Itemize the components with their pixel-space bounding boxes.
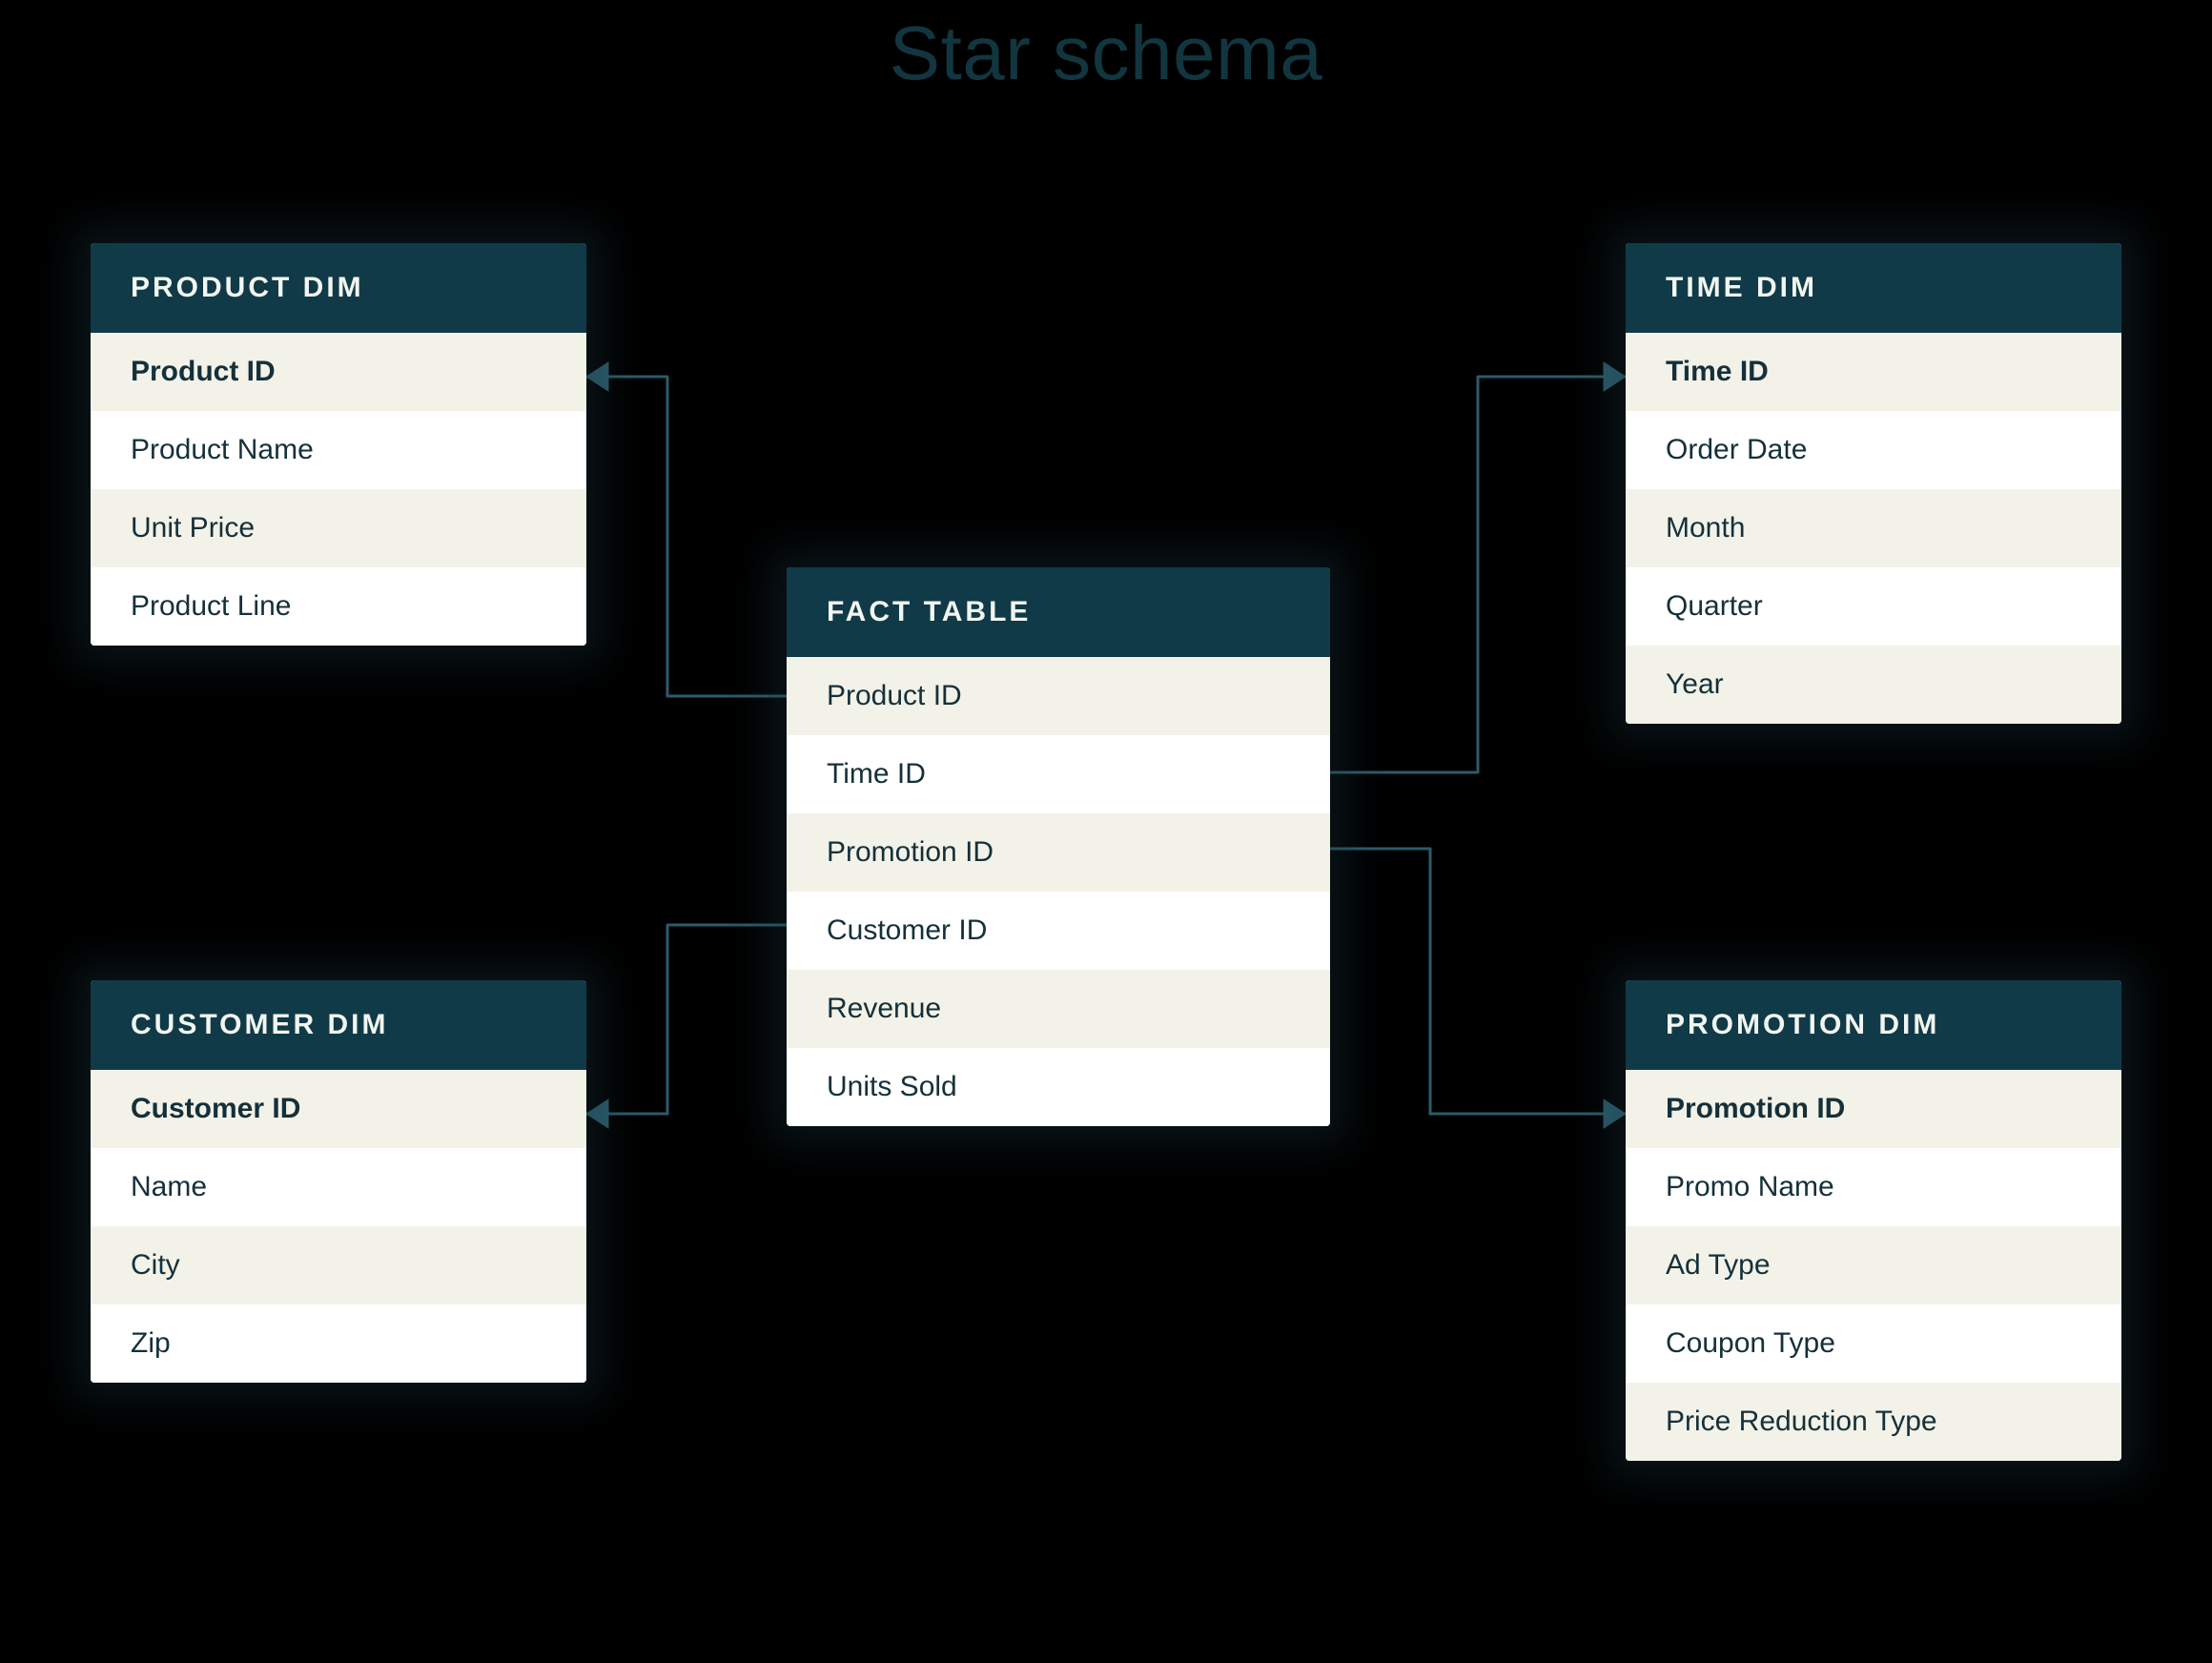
field-coupon-type: Coupon Type [1626, 1304, 2121, 1383]
field-order-date: Order Date [1626, 411, 2121, 489]
field-time-id: Time ID [787, 735, 1330, 813]
field-year: Year [1626, 646, 2121, 724]
field-product-id: Product ID [91, 333, 586, 411]
diagram-canvas: Star schema PRODUCT DIM Product ID Produ… [0, 0, 2212, 1663]
table-product-dim: PRODUCT DIM Product ID Product Name Unit… [91, 243, 586, 646]
field-time-id: Time ID [1626, 333, 2121, 411]
table-header: FACT TABLE [787, 567, 1330, 657]
field-product-name: Product Name [91, 411, 586, 489]
field-promotion-id: Promotion ID [787, 813, 1330, 892]
table-fact: FACT TABLE Product ID Time ID Promotion … [787, 567, 1330, 1126]
field-revenue: Revenue [787, 970, 1330, 1048]
field-units-sold: Units Sold [787, 1048, 1330, 1126]
field-product-line: Product Line [91, 567, 586, 646]
field-customer-id: Customer ID [787, 892, 1330, 970]
table-time-dim: TIME DIM Time ID Order Date Month Quarte… [1626, 243, 2121, 724]
table-header: PROMOTION DIM [1626, 980, 2121, 1070]
diagram-title: Star schema [0, 10, 2212, 97]
field-quarter: Quarter [1626, 567, 2121, 646]
field-promo-name: Promo Name [1626, 1148, 2121, 1226]
field-name: Name [91, 1148, 586, 1226]
field-product-id: Product ID [787, 657, 1330, 735]
field-unit-price: Unit Price [91, 489, 586, 567]
field-city: City [91, 1226, 586, 1304]
field-customer-id: Customer ID [91, 1070, 586, 1148]
field-promotion-id: Promotion ID [1626, 1070, 2121, 1148]
field-month: Month [1626, 489, 2121, 567]
field-zip: Zip [91, 1304, 586, 1383]
table-customer-dim: CUSTOMER DIM Customer ID Name City Zip [91, 980, 586, 1383]
table-promotion-dim: PROMOTION DIM Promotion ID Promo Name Ad… [1626, 980, 2121, 1461]
field-ad-type: Ad Type [1626, 1226, 2121, 1304]
table-header: PRODUCT DIM [91, 243, 586, 333]
field-price-reduction-type: Price Reduction Type [1626, 1383, 2121, 1461]
table-header: CUSTOMER DIM [91, 980, 586, 1070]
table-header: TIME DIM [1626, 243, 2121, 333]
